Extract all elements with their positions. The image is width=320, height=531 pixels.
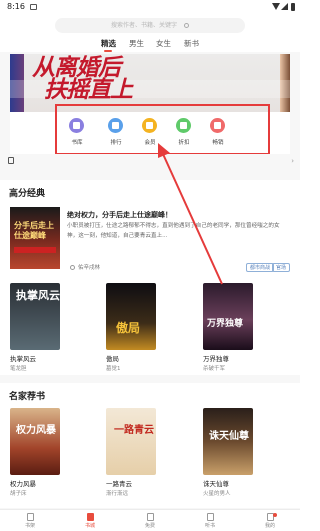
- book-cover: 一路青云: [106, 408, 156, 475]
- tab-featured[interactable]: 精选: [101, 38, 116, 49]
- cover-title: 执掌风云: [16, 289, 60, 302]
- search-input[interactable]: 搜索作者、书籍、关键字: [55, 18, 245, 33]
- bottom-nav: 书架 书城 免费 听书 我的: [0, 509, 300, 531]
- nav-profile[interactable]: 我的: [250, 512, 290, 531]
- battery-icon: [291, 3, 295, 11]
- bookshelf-icon: [26, 513, 34, 521]
- book-title: 权力风暴: [10, 480, 36, 488]
- book-cover: 权力风暴: [10, 408, 60, 475]
- highlight-box: [55, 104, 270, 155]
- section-title: 名家荐书: [9, 392, 46, 402]
- author-icon: [70, 265, 75, 270]
- cover-title: 权力风暴: [16, 425, 56, 436]
- status-time: 8:16: [7, 2, 25, 11]
- book-title: 执掌风云: [10, 355, 36, 363]
- featured-book[interactable]: 分手后走上仕途巅峰 绝对权力，分手后走上仕途巅峰！ 小职员被打压，仕途之路郁郁不…: [10, 207, 290, 279]
- book-title: 万界独尊: [203, 355, 229, 363]
- book-cover: 傲局: [106, 283, 156, 350]
- cover-title: 一路青云: [114, 425, 154, 436]
- notification-icon: [30, 4, 37, 10]
- section-title: 高分经典: [9, 189, 46, 199]
- nav-bookshelf[interactable]: 书架: [10, 512, 50, 531]
- chevron-right-icon: ›: [291, 157, 294, 165]
- book-author: 笔龙胆: [10, 366, 27, 372]
- featured-cover-text: 分手后走上仕途巅峰: [14, 221, 54, 240]
- status-bar: 8:16: [0, 0, 300, 14]
- book-cover: 万界独尊: [203, 283, 253, 350]
- nav-label: 免费: [144, 523, 155, 529]
- book-cover: 诛天仙尊: [203, 408, 253, 475]
- cover-title: 傲局: [116, 321, 141, 335]
- featured-book-description: 小职员被打压，仕途之路郁郁不得志，直到他遇到了自己的老同学，那位曾经嗤之的女神，…: [67, 223, 280, 239]
- book-author: 胡子床: [10, 491, 27, 497]
- tab-female[interactable]: 女生: [156, 38, 171, 49]
- classic-book-row: 执掌风云 执掌风云 笔龙胆 傲局 傲局 墓觉1 万界独尊 万界独尊 杀破千军: [0, 283, 300, 378]
- famous-book-row: 权力风暴 权力风暴 胡子床 一路青云 一路青云 渐行渐远 诛天仙尊 诛天仙尊 火…: [0, 408, 300, 503]
- featured-book-cover: 分手后走上仕途巅峰: [10, 207, 60, 269]
- category-tabs: 精选 男生 女生 新书: [0, 36, 300, 52]
- featured-book-title: 绝对权力，分手后走上仕途巅峰！: [67, 211, 172, 219]
- nav-label: 书城: [84, 523, 95, 529]
- notification-dot: [273, 513, 277, 517]
- search-placeholder: 搜索作者、书籍、关键字: [111, 22, 178, 29]
- tab-new-books[interactable]: 新书: [184, 38, 199, 49]
- cover-stripe: [14, 247, 56, 253]
- book-title: 傲局: [106, 355, 119, 363]
- tag-urban[interactable]: 都市商战: [246, 263, 275, 272]
- book-author: 渐行渐远: [106, 491, 129, 497]
- featured-book-author: 佑辛戌林: [70, 263, 100, 271]
- book-author: 墓觉1: [106, 366, 121, 372]
- wifi-icon: [272, 3, 280, 10]
- nav-audiobook[interactable]: 听书: [190, 512, 230, 531]
- banner-title-line2: 扶摇直上: [44, 77, 133, 103]
- tag-officialdom[interactable]: 官场: [272, 263, 290, 272]
- book-cover: 执掌风云: [10, 283, 60, 350]
- cover-title: 诛天仙尊: [209, 431, 249, 442]
- author-name: 佑辛戌林: [78, 265, 101, 271]
- active-tab-indicator: [104, 50, 112, 52]
- free-icon: [146, 513, 154, 521]
- headphones-icon: [206, 513, 214, 521]
- search-icon: [183, 23, 189, 28]
- nav-free[interactable]: 免费: [130, 512, 170, 531]
- bookstore-icon: [86, 513, 94, 521]
- book-author: 火星的男人: [203, 491, 231, 497]
- speaker-icon: [8, 157, 14, 164]
- app-screen: 8:16 搜索作者、书籍、关键字 精选 男生 女生 新书 从离婚后 扶摇直上 书…: [0, 0, 300, 531]
- book-title: 诛天仙尊: [203, 480, 229, 488]
- nav-label: 书架: [24, 523, 35, 529]
- book-title: 一路青云: [106, 480, 132, 488]
- notice-bar[interactable]: ›: [0, 154, 300, 168]
- nav-bookstore[interactable]: 书城: [70, 512, 110, 531]
- cover-title: 万界独尊: [207, 319, 244, 329]
- book-author: 杀破千军: [203, 366, 226, 372]
- nav-label: 我的: [264, 523, 275, 529]
- signal-icon: [281, 3, 288, 10]
- tab-male[interactable]: 男生: [129, 38, 144, 49]
- nav-label: 听书: [204, 523, 215, 529]
- search-bar: 搜索作者、书籍、关键字: [0, 14, 300, 36]
